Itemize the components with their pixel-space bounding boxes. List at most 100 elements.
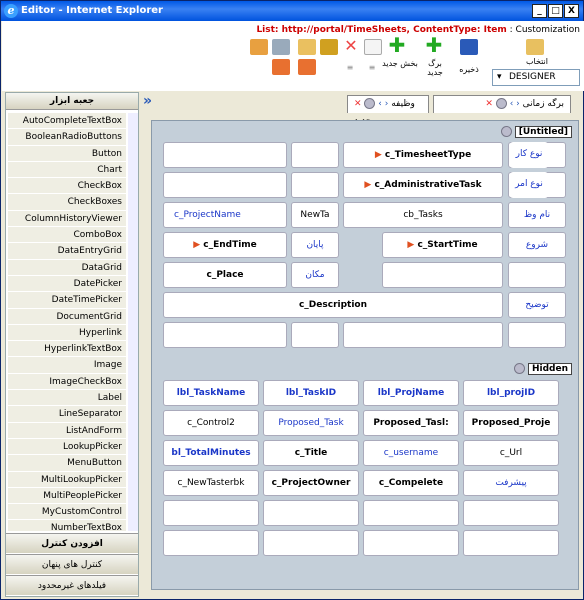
- toolbox-scrollbar[interactable]: [128, 113, 138, 531]
- settings-icon[interactable]: [272, 39, 290, 55]
- brush-icon[interactable]: [320, 39, 338, 55]
- expand-toolbox-button[interactable]: »: [143, 93, 152, 109]
- toolbox-item[interactable]: HyperlinkTextBox: [8, 341, 126, 358]
- hidden-field-cell[interactable]: lbl_projID: [463, 380, 559, 406]
- move-down-icon[interactable]: [272, 59, 290, 75]
- blank-icon[interactable]: [364, 39, 382, 55]
- tab-close-icon[interactable]: ✕: [485, 99, 493, 109]
- field-cell[interactable]: ▶ c_TimesheetType: [343, 142, 503, 168]
- toolbox-item[interactable]: NumberTextBox: [8, 520, 126, 531]
- maximize-button[interactable]: □: [548, 4, 563, 18]
- toolbox-item[interactable]: MultiLookupPicker: [8, 471, 126, 488]
- empty-cell[interactable]: [263, 530, 359, 556]
- select-label[interactable]: انتخاب: [517, 57, 557, 66]
- empty-cell[interactable]: [163, 172, 287, 198]
- move-up-icon[interactable]: [298, 59, 316, 75]
- toolbox-item[interactable]: DocumentGrid: [8, 308, 126, 325]
- select-icon[interactable]: [526, 39, 544, 55]
- field-cell[interactable]: c_ProjectName: [163, 202, 287, 228]
- hidden-field-cell[interactable]: bl_TotalMinutes: [163, 440, 259, 466]
- toolbox-item[interactable]: DateTimePicker: [8, 292, 126, 309]
- hidden-field-cell[interactable]: lbl_TaskName: [163, 380, 259, 406]
- field-cell[interactable]: c_Description: [163, 292, 503, 318]
- hidden-field-cell[interactable]: c_username: [363, 440, 459, 466]
- save-label[interactable]: ذخیره: [452, 65, 486, 74]
- label-cell[interactable]: پایان: [291, 232, 339, 258]
- toolbox-item[interactable]: ListAndForm: [8, 422, 126, 439]
- toolbox-item[interactable]: Label: [8, 390, 126, 407]
- empty-cell[interactable]: [363, 530, 459, 556]
- tab-new-task[interactable]: ✕ ‹ › وظیفه جدید: [347, 95, 429, 126]
- toolbox-item[interactable]: Hyperlink: [8, 324, 126, 342]
- hidden-field-cell[interactable]: پیشرفت: [463, 470, 559, 496]
- field-cell[interactable]: ▶ c_StartTime: [382, 232, 503, 258]
- gear-icon[interactable]: [514, 363, 526, 374]
- align-right-icon[interactable]: ≡: [364, 63, 380, 72]
- toolbox-item[interactable]: MyCustomControl: [8, 504, 126, 521]
- empty-cell[interactable]: [163, 322, 287, 348]
- toolbox-item[interactable]: LookupPicker: [8, 438, 126, 456]
- unlimited-fields-button[interactable]: فیلدهای غیرمحدود: [6, 575, 138, 595]
- untitled-section-header[interactable]: [Untitled]: [500, 126, 572, 138]
- hidden-field-cell[interactable]: c_Title: [263, 440, 359, 466]
- field-cell[interactable]: ▶ c_EndTime: [163, 232, 287, 258]
- delete-icon[interactable]: ✕: [342, 38, 360, 55]
- toolbox-item[interactable]: AutoCompleteTextBox: [8, 113, 126, 130]
- toolbox-item[interactable]: ComboBox: [8, 227, 126, 244]
- hidden-field-cell[interactable]: lbl_TaskID: [263, 380, 359, 406]
- field-cell[interactable]: ▶ c_AdministrativeTask: [343, 172, 503, 198]
- empty-cell[interactable]: [291, 172, 339, 198]
- toolbox-item[interactable]: CheckBoxes: [8, 194, 126, 211]
- field-cell[interactable]: NewTa: [291, 202, 339, 228]
- hidden-controls-button[interactable]: کنترل های پنهان: [6, 554, 138, 574]
- empty-cell[interactable]: [163, 530, 259, 556]
- empty-cell[interactable]: [163, 142, 287, 168]
- label-cell[interactable]: نام وظ: [508, 202, 566, 228]
- label-cell[interactable]: نوع کار: [510, 142, 548, 168]
- hidden-section-header[interactable]: Hidden: [514, 363, 572, 375]
- add-section-icon[interactable]: ✚: [388, 35, 406, 55]
- label-cell[interactable]: نوع امر: [510, 172, 548, 198]
- toolbox-item[interactable]: Image: [8, 357, 126, 374]
- hidden-field-cell[interactable]: c_NewTasterbk: [163, 470, 259, 496]
- add-control-button[interactable]: افزودن کنترل: [6, 533, 138, 553]
- toolbox-item[interactable]: ImageCheckBox: [8, 373, 126, 391]
- folder-icon[interactable]: [298, 39, 316, 55]
- tab-timesheet[interactable]: ✕ ‹ › برگه زمانی: [433, 95, 571, 113]
- tab-close-icon[interactable]: ✕: [354, 99, 362, 109]
- hidden-field-cell[interactable]: c_ProjectOwner: [263, 470, 359, 496]
- tab-nav-icon[interactable]: ‹ ›: [378, 99, 388, 109]
- label-cell[interactable]: مکان: [291, 262, 339, 288]
- tab-gear-icon[interactable]: [495, 98, 507, 109]
- gear-icon[interactable]: [500, 126, 512, 137]
- tab-nav-icon[interactable]: ‹ ›: [510, 99, 520, 109]
- toolbox-item[interactable]: ColumnHistoryViewer: [8, 210, 126, 228]
- empty-cell[interactable]: [163, 500, 259, 526]
- hidden-field-cell[interactable]: c_Control2: [163, 410, 259, 436]
- toolbox-item[interactable]: DatePicker: [8, 275, 126, 293]
- toolbox-item[interactable]: MenuButton: [8, 455, 126, 472]
- empty-cell[interactable]: [291, 142, 339, 168]
- save-icon[interactable]: [460, 39, 478, 55]
- toolbox-item[interactable]: Chart: [8, 161, 126, 179]
- open-icon[interactable]: [250, 39, 268, 55]
- toolbox-item[interactable]: DataGrid: [8, 259, 126, 276]
- close-button[interactable]: X: [564, 4, 579, 18]
- hidden-field-cell[interactable]: c_Url: [463, 440, 559, 466]
- new-tab-label[interactable]: برگ جدید: [420, 59, 450, 77]
- toolbox-item[interactable]: Button: [8, 145, 126, 162]
- hidden-field-cell[interactable]: Proposed_Tasl:: [363, 410, 459, 436]
- empty-cell[interactable]: [508, 322, 566, 348]
- toolbox-item[interactable]: MultiPeoplePicker: [8, 487, 126, 505]
- hidden-field-cell[interactable]: Proposed_Task: [263, 410, 359, 436]
- label-cell[interactable]: شروع: [508, 232, 566, 258]
- toolbox-item[interactable]: CheckBox: [8, 178, 126, 195]
- mode-select[interactable]: DESIGNER: [492, 69, 580, 86]
- empty-cell[interactable]: [382, 262, 503, 288]
- empty-cell[interactable]: [363, 500, 459, 526]
- minimize-button[interactable]: _: [532, 4, 547, 18]
- empty-cell[interactable]: [463, 500, 559, 526]
- empty-cell[interactable]: [508, 262, 566, 288]
- field-cell[interactable]: cb_Tasks: [343, 202, 503, 228]
- toolbox-item[interactable]: DataEntryGrid: [8, 243, 126, 260]
